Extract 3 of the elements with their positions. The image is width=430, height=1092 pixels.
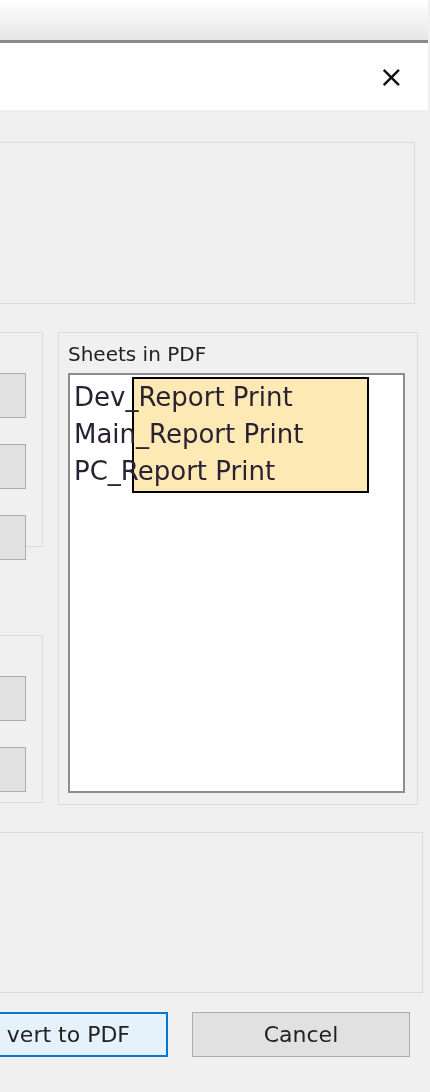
cancel-button[interactable]: Cancel bbox=[192, 1012, 410, 1057]
group-label: Sheets in PDF bbox=[68, 343, 208, 365]
convert-button[interactable]: vert to PDF bbox=[0, 1012, 168, 1057]
